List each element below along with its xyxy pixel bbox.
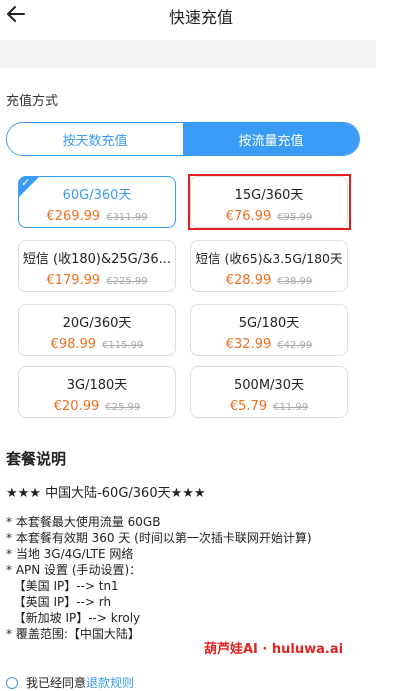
plan-old-price: €42.99 [277, 340, 313, 351]
description-line: * 本套餐最大使用流量 60GB [6, 515, 161, 529]
description-line: 【新加坡 IP】--> kroly [6, 611, 141, 625]
plan-name: 短信 (收180)&25G/36... [22, 252, 172, 267]
plan-name: 3G/180天 [66, 378, 128, 393]
check-icon: ✓ [21, 176, 31, 189]
description-line: * APN 设置 (手动设置)： [6, 563, 142, 577]
plan-old-price: €225.99 [106, 276, 148, 287]
plan-card-3g-180[interactable]: 3G/180天 €20.99 €25.99 [18, 366, 176, 418]
divider-band [0, 40, 376, 68]
plan-price: €98.99 [50, 337, 97, 352]
description-line: 【英国 IP】--> rh [6, 595, 112, 609]
page-title: 快速充值 [168, 8, 233, 27]
agreement-text: 我已经同意 [26, 676, 87, 690]
plan-price: €5.79 [229, 399, 268, 414]
refund-rules-link[interactable]: 退款规则 [86, 676, 134, 690]
plan-price: €179.99 [46, 273, 101, 288]
description-line: * 当地 3G/4G/LTE 网络 [6, 547, 134, 561]
plan-old-price: €25.99 [105, 402, 141, 413]
plan-price: €32.99 [225, 337, 272, 352]
watermark: 葫芦娃AI · huluwa.ai [204, 642, 344, 657]
plan-name: 5G/180天 [238, 316, 300, 331]
description-line: 【美国 IP】--> tn1 [6, 579, 119, 593]
plan-price: €269.99 [46, 209, 101, 224]
plan-old-price: €11.99 [273, 402, 309, 413]
plan-card-20g-360[interactable]: 20G/360天 €98.99 €115.99 [18, 304, 176, 356]
highlight-box [188, 174, 351, 230]
plan-card-sms65-3-5g[interactable]: 短信 (收65)&3.5G/180天 €28.99 €38.99 [190, 240, 348, 292]
agreement-radio[interactable] [6, 677, 18, 689]
recharge-method-label: 充值方式 [6, 94, 59, 109]
plan-old-price: €38.99 [277, 276, 313, 287]
plan-card-60g-360[interactable]: ✓ 60G/360天 €269.99 €311.99 [18, 176, 176, 228]
package-subtitle: ★★★ 中国大陆-60G/360天★★★ [6, 486, 206, 501]
package-description: * 本套餐最大使用流量 60GB * 本套餐有效期 360 天 (时间以第一次插… [6, 514, 312, 642]
tab-by-days[interactable]: 按天数充值 [7, 123, 183, 155]
recharge-method-tabs: 按天数充值 按流量充值 [6, 122, 360, 156]
plan-card-500m-30[interactable]: 500M/30天 €5.79 €11.99 [190, 366, 348, 418]
plan-name: 500M/30天 [234, 378, 304, 393]
plan-card-5g-180[interactable]: 5G/180天 €32.99 €42.99 [190, 304, 348, 356]
package-description-title: 套餐说明 [6, 450, 67, 468]
plan-card-sms180-25g[interactable]: 短信 (收180)&25G/36... €179.99 €225.99 [18, 240, 176, 292]
header: 快速充值 [0, 0, 402, 32]
plan-name: 60G/360天 [62, 188, 132, 203]
plan-price: €20.99 [53, 399, 100, 414]
tab-by-data[interactable]: 按流量充值 [183, 123, 359, 155]
plan-old-price: €311.99 [106, 212, 148, 223]
description-line: * 本套餐有效期 360 天 (时间以第一次插卡联网开始计算) [6, 531, 312, 545]
plan-name: 短信 (收65)&3.5G/180天 [195, 251, 343, 266]
plan-old-price: €115.99 [102, 340, 144, 351]
plan-price: €28.99 [225, 273, 272, 288]
plan-name: 20G/360天 [62, 316, 132, 331]
